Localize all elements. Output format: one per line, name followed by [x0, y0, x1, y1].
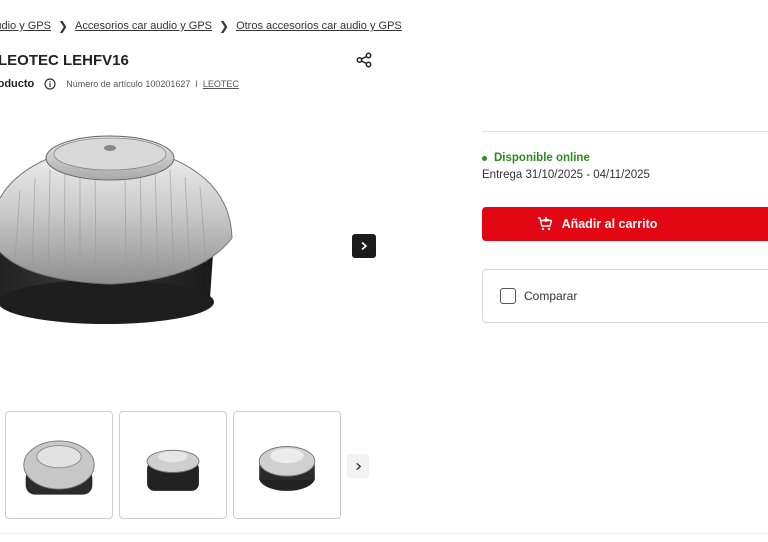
article-number: Número de artículo 100201627: [66, 79, 191, 89]
breadcrumb-link-otros-accesorios[interactable]: Otros accesorios car audio y GPS: [236, 20, 402, 32]
availability-label: Disponible online: [494, 152, 590, 164]
next-image-button[interactable]: [352, 234, 376, 258]
availability-info: Disponible online Entrega 31/10/2025 - 0…: [482, 152, 650, 181]
compare-label: Comparar: [524, 289, 578, 303]
availability-status: Disponible online: [482, 152, 650, 164]
divider: [482, 131, 768, 132]
divider: [0, 533, 768, 534]
chevron-right-icon: ❯: [219, 19, 230, 33]
share-icon[interactable]: [356, 52, 372, 68]
product-label: Producto: [0, 78, 35, 90]
chevron-right-icon: [361, 241, 368, 251]
breadcrumb-link-accesorios[interactable]: Accesorios car audio y GPS: [75, 20, 212, 32]
chevron-right-icon: [355, 462, 361, 470]
chevron-right-icon: ❯: [57, 19, 69, 33]
delivery-dates: Entrega 31/10/2025 - 04/11/2025: [482, 169, 650, 181]
compare-option[interactable]: Comparar: [482, 269, 768, 323]
compare-checkbox[interactable]: [500, 288, 516, 304]
product-meta: Producto Número de artículo 100201627 I …: [0, 78, 239, 90]
breadcrumb-link-audio-gps[interactable]: Audio y GPS: [0, 20, 51, 32]
product-title: LEOTEC LEHFV16: [0, 52, 129, 69]
thumbnail-2[interactable]: [119, 411, 227, 519]
thumbnails-next-button[interactable]: [347, 454, 369, 478]
breadcrumb: Audio y GPS ❯ Accesorios car audio y GPS…: [0, 19, 402, 33]
status-dot-icon: [482, 155, 487, 161]
add-to-cart-button[interactable]: Añadir al carrito: [482, 207, 768, 241]
meta-separator: I: [195, 79, 198, 89]
cart-icon: [537, 217, 552, 231]
brand-link[interactable]: LEOTEC: [203, 79, 239, 89]
product-main-image[interactable]: [0, 120, 270, 360]
thumbnail-3[interactable]: [233, 411, 341, 519]
info-icon[interactable]: [44, 78, 56, 90]
thumbnail-1[interactable]: [5, 411, 113, 519]
add-to-cart-label: Añadir al carrito: [561, 217, 658, 231]
